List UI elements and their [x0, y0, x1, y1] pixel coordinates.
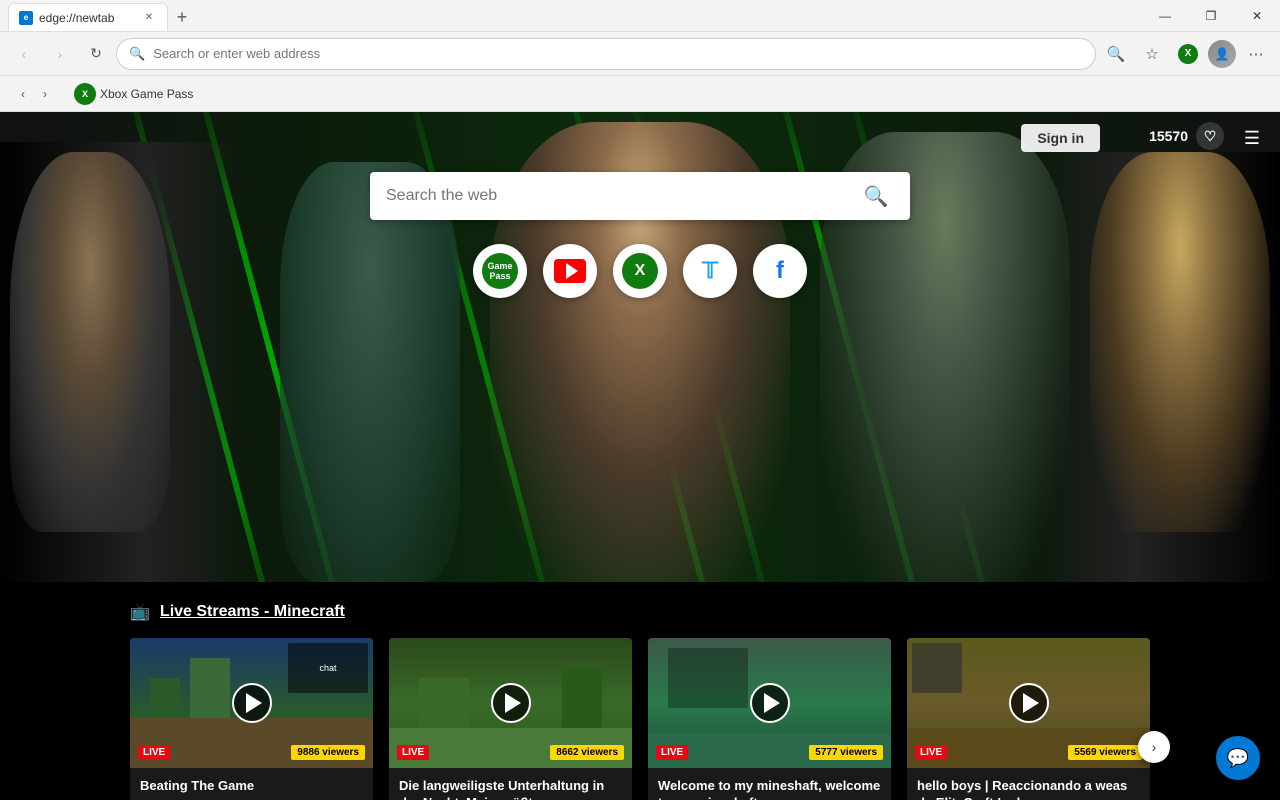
- stream-card-2[interactable]: LIVE 5777 viewers Welcome to my mineshaf…: [648, 638, 891, 800]
- search-container: 🔍: [370, 172, 910, 220]
- streams-section: 📺 Live Streams - Minecraft chat: [0, 582, 1280, 800]
- tab-close-btn[interactable]: ✕: [141, 10, 157, 26]
- play-button-1[interactable]: [491, 683, 531, 723]
- quick-link-xbox[interactable]: X: [613, 244, 667, 298]
- search-button[interactable]: 🔍: [858, 178, 894, 214]
- chat-bubble-icon: 💬: [1227, 748, 1249, 769]
- stream-info-0: Beating The Game S Sapnap Twitch: [130, 768, 373, 800]
- viewers-badge-2: 5777 viewers: [809, 745, 883, 760]
- stream-info-2: Welcome to my mineshaft, welcome to my m…: [648, 768, 891, 800]
- stream-title-1: Die langweiligste Unterhaltung in der Na…: [399, 778, 622, 800]
- points-heart-icon[interactable]: ♡: [1196, 122, 1224, 150]
- stream-title-0: Beating The Game: [140, 778, 363, 800]
- more-button[interactable]: ⋯: [1240, 38, 1272, 70]
- facebook-icon: f: [776, 257, 784, 285]
- play-icon-1: [505, 693, 521, 713]
- browser-tab[interactable]: e edge://newtab ✕: [8, 3, 168, 31]
- search-input[interactable]: [386, 187, 850, 205]
- live-badge-0: LIVE: [138, 745, 170, 760]
- favorites-gamepass-item[interactable]: X Xbox Game Pass: [64, 80, 203, 108]
- play-button-3[interactable]: [1009, 683, 1049, 723]
- streams-section-title[interactable]: Live Streams - Minecraft: [160, 603, 345, 621]
- quick-link-youtube[interactable]: [543, 244, 597, 298]
- sign-in-button[interactable]: Sign in: [1021, 124, 1100, 152]
- stream-card-0[interactable]: chat LIVE 9886 viewers Beating The Game …: [130, 638, 373, 800]
- favorites-bar: ‹ › X Xbox Game Pass: [0, 76, 1280, 112]
- address-bar[interactable]: 🔍: [116, 38, 1096, 70]
- viewers-badge-3: 5569 viewers: [1068, 745, 1142, 760]
- quick-link-xgp[interactable]: Game Pass: [473, 244, 527, 298]
- favorites-prev-btn[interactable]: ‹: [12, 83, 34, 105]
- points-value: 15570: [1149, 128, 1188, 144]
- hero-section: Sign in 15570 ♡ ☰ 🔍 Game Pass: [0, 112, 1280, 582]
- stream-thumb-3: LIVE 5569 viewers: [907, 638, 1150, 768]
- stream-card-1[interactable]: LIVE 8662 viewers Die langweiligste Unte…: [389, 638, 632, 800]
- window-controls: — ❐ ✕: [1142, 0, 1280, 32]
- streams-section-icon: 📺: [130, 602, 150, 622]
- profile-button[interactable]: 👤: [1208, 40, 1236, 68]
- maximize-button[interactable]: ❐: [1188, 0, 1234, 32]
- tab-favicon: e: [19, 11, 33, 25]
- play-button-2[interactable]: [750, 683, 790, 723]
- xgp-icon: Game Pass: [482, 253, 518, 289]
- page-content: Sign in 15570 ♡ ☰ 🔍 Game Pass: [0, 112, 1280, 800]
- title-bar: e edge://newtab ✕ + — ❐ ✕: [0, 0, 1280, 32]
- xbox-icon: X: [622, 253, 658, 289]
- play-icon-2: [764, 693, 780, 713]
- stream-info-1: Die langweiligste Unterhaltung in der Na…: [389, 768, 632, 800]
- live-badge-2: LIVE: [656, 745, 688, 760]
- stream-thumb-2: LIVE 5777 viewers: [648, 638, 891, 768]
- favorites-arrows: ‹ ›: [12, 83, 56, 105]
- nav-right-buttons: 🔍 ☆ X 👤 ⋯: [1100, 38, 1272, 70]
- youtube-play-icon: [566, 263, 578, 279]
- youtube-icon: [554, 259, 586, 283]
- play-button-0[interactable]: [232, 683, 272, 723]
- stream-card-3[interactable]: LIVE 5569 viewers hello boys | Reacciona…: [907, 638, 1150, 800]
- gamepass-favicon: X: [74, 83, 96, 105]
- xbox-logo: X: [1178, 44, 1198, 64]
- favorites-button[interactable]: ☆: [1136, 38, 1168, 70]
- quick-links: Game Pass X 𝕋 f: [473, 244, 807, 298]
- gamepass-label: Xbox Game Pass: [100, 87, 193, 101]
- twitter-icon: 𝕋: [702, 258, 718, 284]
- minimize-button[interactable]: —: [1142, 0, 1188, 32]
- quick-link-twitter[interactable]: 𝕋: [683, 244, 737, 298]
- address-input[interactable]: [153, 46, 1083, 61]
- points-bar: 15570 ♡: [1149, 122, 1224, 150]
- avatar: 👤: [1208, 40, 1236, 68]
- play-icon-0: [246, 693, 262, 713]
- section-header: 📺 Live Streams - Minecraft: [130, 602, 1150, 622]
- play-icon-3: [1023, 693, 1039, 713]
- live-badge-3: LIVE: [915, 745, 947, 760]
- xbox-nav-button[interactable]: X: [1172, 38, 1204, 70]
- new-tab-button[interactable]: +: [168, 3, 196, 31]
- search-address-icon: 🔍: [129, 46, 145, 62]
- stream-thumb-0: chat LIVE 9886 viewers: [130, 638, 373, 768]
- close-button[interactable]: ✕: [1234, 0, 1280, 32]
- stream-title-3: hello boys | Reaccionando a weas de Elit…: [917, 778, 1140, 800]
- navigation-bar: ‹ › ↻ 🔍 🔍 ☆ X 👤 ⋯: [0, 32, 1280, 76]
- stream-thumb-1: LIVE 8662 viewers: [389, 638, 632, 768]
- zoom-button[interactable]: 🔍: [1100, 38, 1132, 70]
- viewers-badge-0: 9886 viewers: [291, 745, 365, 760]
- chat-bubble-button[interactable]: 💬: [1216, 736, 1260, 780]
- hero-menu-button[interactable]: ☰: [1236, 122, 1268, 154]
- favorites-next-btn[interactable]: ›: [34, 83, 56, 105]
- stream-title-2: Welcome to my mineshaft, welcome to my m…: [658, 778, 881, 800]
- refresh-button[interactable]: ↻: [80, 38, 112, 70]
- streams-next-button[interactable]: ›: [1138, 731, 1170, 763]
- stream-info-3: hello boys | Reaccionando a weas de Elit…: [907, 768, 1150, 800]
- live-badge-1: LIVE: [397, 745, 429, 760]
- quick-link-facebook[interactable]: f: [753, 244, 807, 298]
- streams-grid: chat LIVE 9886 viewers Beating The Game …: [130, 638, 1150, 800]
- back-button[interactable]: ‹: [8, 38, 40, 70]
- forward-button[interactable]: ›: [44, 38, 76, 70]
- tab-title: edge://newtab: [39, 11, 135, 25]
- hero-overlay: 🔍 Game Pass X 𝕋: [0, 112, 1280, 582]
- search-bar: 🔍: [370, 172, 910, 220]
- viewers-badge-1: 8662 viewers: [550, 745, 624, 760]
- tab-area: e edge://newtab ✕ +: [8, 0, 1142, 31]
